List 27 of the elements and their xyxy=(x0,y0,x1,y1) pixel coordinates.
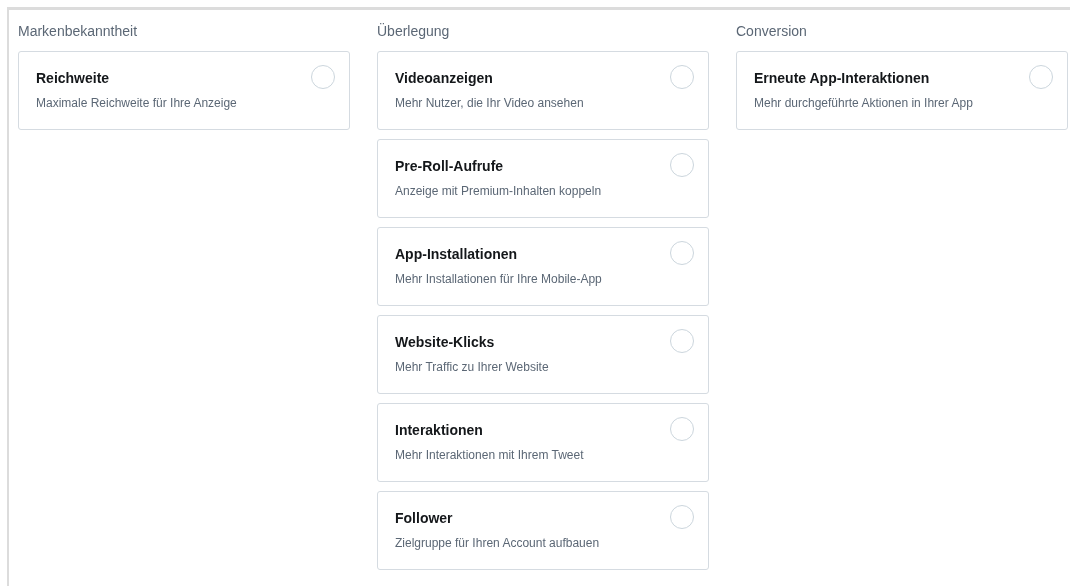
option-description: Mehr durchgeführte Aktionen in Ihrer App xyxy=(754,95,973,111)
objective-card[interactable]: Interaktionen Mehr Interaktionen mit Ihrem Tweet xyxy=(377,403,709,482)
option-description: Mehr Interaktionen mit Ihrem Tweet xyxy=(395,447,584,463)
option-title: Follower xyxy=(395,509,453,527)
option-title: Reichweite xyxy=(36,69,110,87)
objective-card[interactable]: App-Installationen Mehr Installationen für Ihre Mobile-App xyxy=(377,227,709,306)
column-heading: Überlegung xyxy=(377,22,450,41)
objective-card[interactable]: Follower Zielgruppe für Ihren Account aufbauen xyxy=(377,491,709,570)
option-description: Mehr Installationen für Ihre Mobile-App xyxy=(395,271,602,287)
option-description: Mehr Traffic zu Ihrer Website xyxy=(395,359,549,375)
objective-card[interactable]: Erneute App-Interaktionen Mehr durchgeführte Aktionen in Ihrer App xyxy=(736,51,1068,130)
option-title: App-Installationen xyxy=(395,245,518,263)
objective-card[interactable]: Website-Klicks Mehr Traffic zu Ihrer Website xyxy=(377,315,709,394)
objective-card[interactable]: Reichweite Maximale Reichweite für Ihre Anzeige xyxy=(18,51,350,130)
option-title: Erneute App-Interaktionen xyxy=(754,69,930,87)
option-description: Maximale Reichweite für Ihre Anzeige xyxy=(36,95,237,111)
option-title: Videoanzeigen xyxy=(395,69,493,87)
column-heading: Conversion xyxy=(736,22,807,41)
column-heading: Markenbekanntheit xyxy=(18,22,138,41)
objective-card[interactable]: Videoanzeigen Mehr Nutzer, die Ihr Video ansehen xyxy=(377,51,709,130)
option-description: Zielgruppe für Ihren Account aufbauen xyxy=(395,535,600,551)
objective-card[interactable]: Pre-Roll-Aufrufe Anzeige mit Premium-Inhalten koppeln xyxy=(377,139,709,218)
option-description: Anzeige mit Premium-Inhalten koppeln xyxy=(395,183,602,199)
option-title: Pre-Roll-Aufrufe xyxy=(395,157,504,175)
option-description: Mehr Nutzer, die Ihr Video ansehen xyxy=(395,95,584,111)
option-title: Interaktionen xyxy=(395,421,483,439)
option-title: Website-Klicks xyxy=(395,333,495,351)
